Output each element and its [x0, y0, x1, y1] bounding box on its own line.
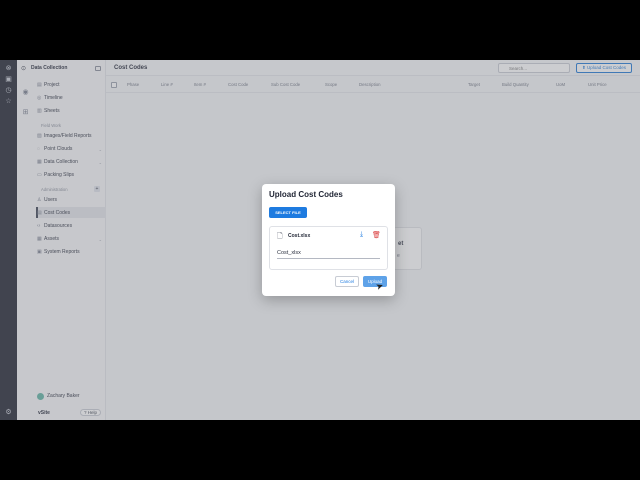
download-icon[interactable]: ⤓ — [360, 231, 363, 239]
modal-overlay[interactable]: Upload Cost Codes SELECT FILE 🗋 Cost.xls… — [0, 60, 640, 420]
cost-code-name-input[interactable] — [277, 247, 380, 259]
file-name: Cost.xlsx — [288, 233, 311, 239]
upload-dialog: Upload Cost Codes SELECT FILE 🗋 Cost.xls… — [262, 184, 395, 296]
delete-icon[interactable]: 🗑 — [372, 231, 381, 239]
select-file-button[interactable]: SELECT FILE — [269, 207, 307, 218]
file-card: 🗋 Cost.xlsx ⤓ 🗑 — [269, 226, 388, 270]
cancel-button[interactable]: Cancel — [335, 276, 359, 287]
app-screen: ⊗ ▣ ◷ ☆ ⚙ ⊙ Data Collection ◉ ⊞ ▤ Project… — [0, 60, 640, 420]
file-icon: 🗋 — [277, 233, 283, 240]
dialog-title: Upload Cost Codes — [269, 190, 343, 199]
